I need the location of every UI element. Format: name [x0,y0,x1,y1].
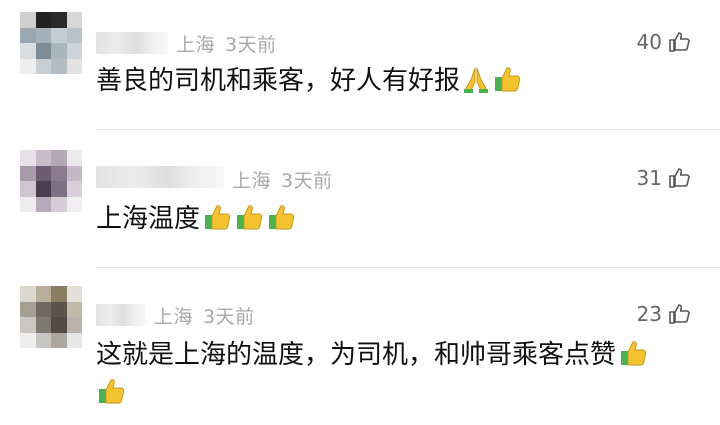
comment-text: 善良的司机和乘客，好人有好报 [96,62,522,100]
avatar[interactable] [20,12,82,74]
like-count: 23 [636,302,662,326]
comment-text-continued [96,374,126,412]
comment-time: 3天前 [203,306,255,328]
comment-location: 上海 [176,34,216,56]
like-count: 40 [636,30,662,54]
thumbs-up-emoji [495,67,521,92]
avatar[interactable] [20,150,82,212]
like-count: 31 [636,166,662,190]
thumbs-up-emoji [99,379,125,404]
comment-location: 上海 [232,170,272,192]
comment-time: 3天前 [281,170,333,192]
divider [96,267,720,268]
thumbs-up-emoji [621,341,647,366]
thumbs-up-emoji [237,205,263,230]
comment-meta: 上海 3天前 [176,30,287,57]
comment-location: 上海 [154,306,194,328]
thumbs-up-outline-icon [669,32,690,52]
thumbs-up-emoji [205,205,231,230]
like-button[interactable]: 23 [637,302,692,326]
avatar[interactable] [20,286,82,348]
like-button[interactable]: 40 [637,30,692,54]
username-blurred[interactable] [96,304,146,326]
username-blurred[interactable] [96,32,168,54]
comment-item: 上海 3天前 31 上海温度 [0,130,720,270]
comment-text: 这就是上海的温度，为司机，和帅哥乘客点赞 [96,336,648,374]
thumbs-up-outline-icon [669,168,690,188]
thumbs-up-outline-icon [669,304,690,324]
comment-item: 上海 3天前 40 善良的司机和乘客，好人有好报 [0,0,720,130]
pray-emoji [464,67,489,93]
comment-meta: 上海 3天前 [232,166,343,193]
comment-time: 3天前 [225,34,277,56]
comment-text: 上海温度 [96,200,296,238]
username-blurred[interactable] [96,166,224,188]
thumbs-up-emoji [269,205,295,230]
like-button[interactable]: 31 [637,166,692,190]
comment-item: 上海 3天前 23 这就是上海的温度，为司机，和帅哥乘客点赞 [0,270,720,425]
comment-meta: 上海 3天前 [154,302,265,329]
